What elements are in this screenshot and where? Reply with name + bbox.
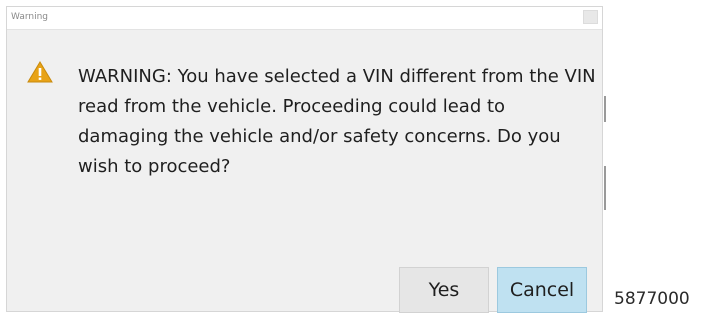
yes-button[interactable]: Yes [399, 267, 489, 313]
figure-number: 5877000 [614, 289, 690, 309]
cancel-button[interactable]: Cancel [497, 267, 587, 313]
warning-dialog: Warning WARNING: You have selected a VIN… [6, 6, 603, 313]
window-edge [604, 96, 606, 122]
warning-message: WARNING: You have selected a VIN differe… [78, 66, 596, 177]
dialog-title: Warning [11, 12, 49, 22]
window-edge [604, 166, 606, 210]
screenshot-canvas: Warning WARNING: You have selected a VIN… [0, 0, 713, 335]
close-button[interactable] [583, 10, 598, 24]
dialog-titlebar: Warning [7, 7, 602, 30]
warning-triangle-icon [27, 61, 53, 83]
